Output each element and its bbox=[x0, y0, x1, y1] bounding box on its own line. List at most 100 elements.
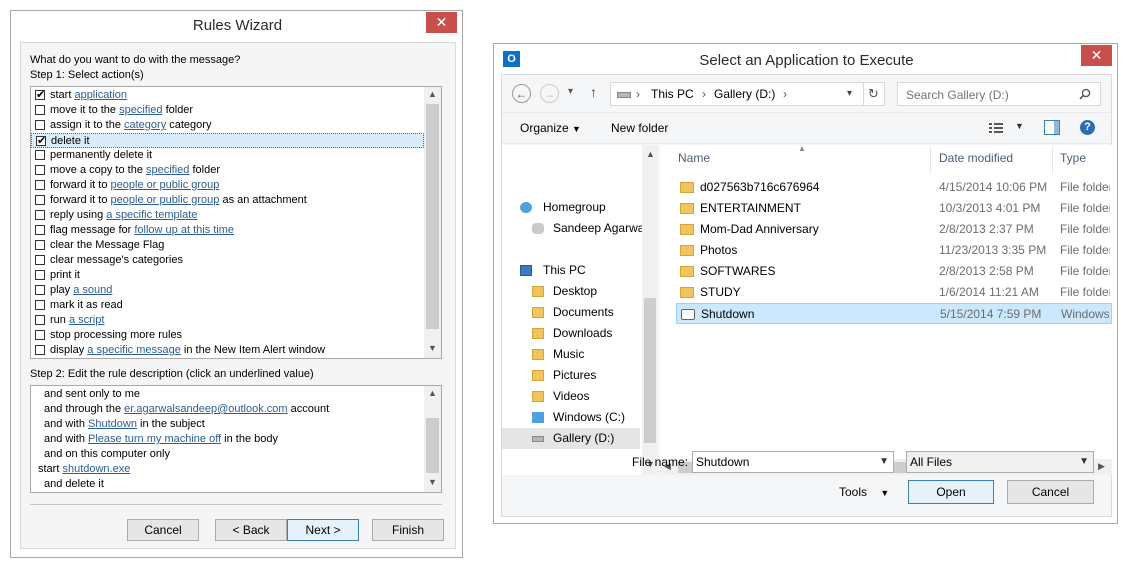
action-checkbox[interactable] bbox=[35, 255, 45, 265]
cancel-button[interactable]: Cancel bbox=[1007, 480, 1094, 504]
scroll-thumb[interactable] bbox=[426, 104, 439, 329]
column-header-type[interactable]: Type bbox=[1060, 151, 1110, 171]
action-row[interactable]: clear the Message Flag bbox=[31, 238, 424, 253]
nav-item[interactable]: Pictures bbox=[502, 365, 640, 386]
scroll-down-icon[interactable]: ▼ bbox=[428, 477, 437, 487]
address-dropdown-chevron-down-icon[interactable]: ▾ bbox=[847, 83, 861, 105]
action-row[interactable]: run a script bbox=[31, 313, 424, 328]
column-header-name[interactable]: Name bbox=[678, 151, 930, 171]
action-row[interactable]: display a specific message in the New It… bbox=[31, 343, 424, 358]
scroll-thumb[interactable] bbox=[644, 298, 656, 443]
action-link[interactable]: a specific template bbox=[106, 209, 197, 221]
help-icon[interactable]: ? bbox=[1080, 120, 1095, 135]
next-button[interactable]: Next > bbox=[287, 519, 359, 541]
breadcrumb-gallery[interactable]: Gallery (D:) bbox=[714, 87, 775, 101]
file-row[interactable]: Photos 11/23/2013 3:35 PM File folder bbox=[676, 240, 1112, 261]
nav-item[interactable]: Downloads bbox=[502, 323, 640, 344]
cancel-button[interactable]: Cancel bbox=[127, 519, 199, 541]
action-row[interactable]: print it bbox=[31, 268, 424, 283]
action-row[interactable]: move it to the specified folder bbox=[31, 103, 424, 118]
forward-nav-icon[interactable]: → bbox=[540, 84, 559, 103]
up-arrow-icon[interactable]: ↑ bbox=[590, 84, 597, 100]
nav-item[interactable]: This PC bbox=[502, 260, 640, 281]
file-type-select[interactable]: All Files ▼ bbox=[906, 451, 1094, 473]
action-checkbox[interactable] bbox=[35, 195, 45, 205]
description-scrollbar[interactable]: ▲ ▼ bbox=[424, 386, 441, 492]
actions-scrollbar[interactable]: ▲ ▼ bbox=[424, 87, 441, 358]
action-checkbox[interactable]: ✔ bbox=[35, 90, 45, 101]
nav-item[interactable]: Desktop bbox=[502, 281, 640, 302]
action-checkbox[interactable] bbox=[35, 225, 45, 235]
action-checkbox[interactable] bbox=[35, 165, 45, 175]
description-link[interactable]: shutdown.exe bbox=[62, 463, 130, 475]
scroll-down-icon[interactable]: ▼ bbox=[428, 343, 437, 353]
nav-item[interactable]: Music bbox=[502, 344, 640, 365]
action-row[interactable]: mark it as read bbox=[31, 298, 424, 313]
chevron-down-icon[interactable]: ▼ bbox=[879, 452, 889, 472]
action-checkbox[interactable] bbox=[35, 180, 45, 190]
organize-menu[interactable]: Organize ▼ bbox=[520, 121, 581, 135]
scroll-up-icon[interactable]: ▲ bbox=[428, 89, 437, 99]
preview-pane-icon[interactable] bbox=[1044, 120, 1060, 135]
action-checkbox[interactable] bbox=[35, 345, 45, 355]
action-row[interactable]: forward it to people or public group bbox=[31, 178, 424, 193]
close-button[interactable]: ✕ bbox=[426, 12, 457, 33]
action-checkbox[interactable] bbox=[35, 120, 45, 130]
action-link[interactable]: people or public group bbox=[111, 179, 220, 191]
action-link[interactable]: a specific message bbox=[87, 344, 181, 356]
action-checkbox[interactable] bbox=[35, 270, 45, 280]
action-checkbox[interactable] bbox=[35, 330, 45, 340]
nav-item[interactable]: Homegroup bbox=[502, 197, 640, 218]
scroll-thumb[interactable] bbox=[426, 418, 439, 473]
search-box[interactable] bbox=[897, 82, 1101, 107]
action-checkbox[interactable] bbox=[35, 300, 45, 310]
nav-item[interactable]: Documents bbox=[502, 302, 640, 323]
action-checkbox[interactable] bbox=[35, 150, 45, 160]
action-row[interactable]: flag message for follow up at this time bbox=[31, 223, 424, 238]
action-checkbox[interactable] bbox=[35, 285, 45, 295]
action-checkbox[interactable]: ✔ bbox=[36, 136, 46, 147]
view-chevron-down-icon[interactable]: ▼ bbox=[1015, 121, 1024, 131]
scroll-up-icon[interactable]: ▲ bbox=[646, 149, 655, 159]
action-row[interactable]: clear message's categories bbox=[31, 253, 424, 268]
action-row[interactable]: play a sound bbox=[31, 283, 424, 298]
refresh-icon[interactable]: ↻ bbox=[863, 83, 883, 105]
action-row[interactable]: move a copy to the specified folder bbox=[31, 163, 424, 178]
file-row[interactable]: SOFTWARES 2/8/2013 2:58 PM File folder bbox=[676, 261, 1112, 282]
action-link[interactable]: a script bbox=[69, 314, 104, 326]
action-checkbox[interactable] bbox=[35, 210, 45, 220]
action-link[interactable]: category bbox=[124, 119, 166, 131]
file-type-value[interactable]: All Files bbox=[910, 455, 952, 469]
address-bar[interactable]: › This PC › Gallery (D:) › ▾ ↻ bbox=[610, 82, 885, 106]
view-options-icon[interactable] bbox=[989, 123, 1003, 134]
action-link[interactable]: a sound bbox=[73, 284, 112, 296]
action-link[interactable]: people or public group bbox=[111, 194, 220, 206]
back-nav-icon[interactable]: ← bbox=[512, 84, 531, 103]
action-link[interactable]: specified bbox=[119, 104, 162, 116]
description-link[interactable]: er.agarwalsandeep@outlook.com bbox=[124, 403, 287, 415]
description-link[interactable]: Shutdown bbox=[88, 418, 137, 430]
action-row[interactable]: stop processing more rules bbox=[31, 328, 424, 343]
action-checkbox[interactable] bbox=[35, 105, 45, 115]
nav-item[interactable]: Gallery (D:) bbox=[502, 428, 640, 449]
tools-menu[interactable]: Tools ▼ bbox=[839, 485, 889, 499]
file-row[interactable]: ENTERTAINMENT 10/3/2013 4:01 PM File folde… bbox=[676, 198, 1112, 219]
finish-button[interactable]: Finish bbox=[372, 519, 444, 541]
action-row[interactable]: permanently delete it bbox=[31, 148, 424, 163]
column-header-date[interactable]: Date modified bbox=[939, 151, 1049, 171]
action-link[interactable]: follow up at this time bbox=[134, 224, 234, 236]
nav-item[interactable]: Windows (C:) bbox=[502, 407, 640, 428]
file-row[interactable]: STUDY 1/6/2014 11:21 AM File folder bbox=[676, 282, 1112, 303]
nav-item[interactable]: Sandeep Agarwa bbox=[502, 218, 644, 239]
file-name-combobox[interactable]: Shutdown ▼ bbox=[692, 451, 894, 473]
chevron-down-icon[interactable]: ▼ bbox=[1079, 452, 1089, 472]
search-icon[interactable] bbox=[1079, 88, 1091, 100]
scroll-right-icon[interactable]: ▶ bbox=[1098, 461, 1105, 472]
file-row[interactable]: Shutdown 5/15/2014 7:59 PM Windows bbox=[676, 303, 1112, 324]
action-row[interactable]: forward it to people or public group as … bbox=[31, 193, 424, 208]
action-row[interactable]: ✔ delete it bbox=[31, 133, 424, 148]
open-button[interactable]: Open bbox=[908, 480, 994, 504]
nav-scrollbar[interactable]: ▲ ▼ bbox=[642, 145, 658, 475]
close-button[interactable]: ✕ bbox=[1081, 45, 1112, 66]
scroll-up-icon[interactable]: ▲ bbox=[428, 388, 437, 398]
